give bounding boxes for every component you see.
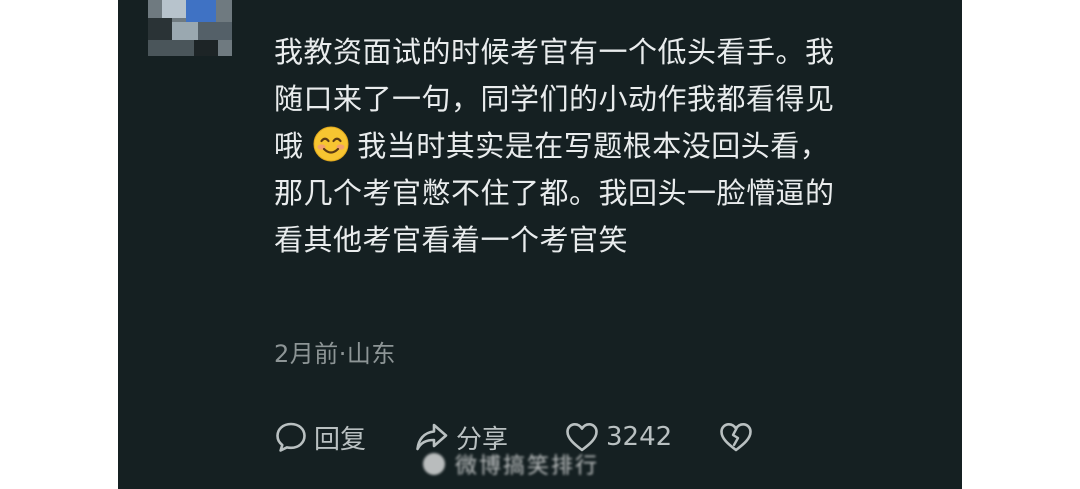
comment-line: 我教资面试的时候考官有一个低头看手。我 [274, 35, 835, 69]
watermark: 微博搞笑排行 [423, 450, 600, 479]
comment-line-rest: 我当时其实是在写题根本没回头看， [357, 129, 830, 163]
share-arrow-icon [416, 423, 448, 451]
comment-body: 我教资面试的时候考官有一个低头看手。我 随口来了一句，同学们的小动作我都看得见 … [274, 29, 944, 264]
comment-line-prefix: 哦 [274, 129, 304, 163]
comment-line: 哦 我当时其实是在写题根本没回头看， [274, 123, 944, 170]
comment-line: 看其他考官看着一个考官笑 [274, 223, 629, 257]
comment-line: 随口来了一句，同学们的小动作我都看得见 [274, 82, 835, 116]
comment-bubble-icon [276, 422, 306, 452]
comment-line: 那几个考官憋不住了都。我回头一脸懵逼的 [274, 176, 835, 210]
like-count: 3242 [606, 422, 673, 452]
avatar[interactable] [148, 0, 232, 56]
watermark-text: 微博搞笑排行 [455, 454, 600, 479]
comment-card: 我教资面试的时候考官有一个低头看手。我 随口来了一句，同学们的小动作我都看得见 … [118, 0, 962, 489]
action-bar: 回复 分享 3242 [274, 415, 954, 459]
reply-button[interactable]: 回复 [274, 415, 366, 459]
smiling-face-icon [313, 126, 349, 162]
weibo-logo-icon [423, 453, 445, 475]
reply-label: 回复 [314, 424, 367, 455]
dislike-button[interactable] [718, 415, 754, 459]
comment-meta: 2月前·山东 [274, 340, 396, 368]
broken-heart-icon [720, 423, 752, 452]
